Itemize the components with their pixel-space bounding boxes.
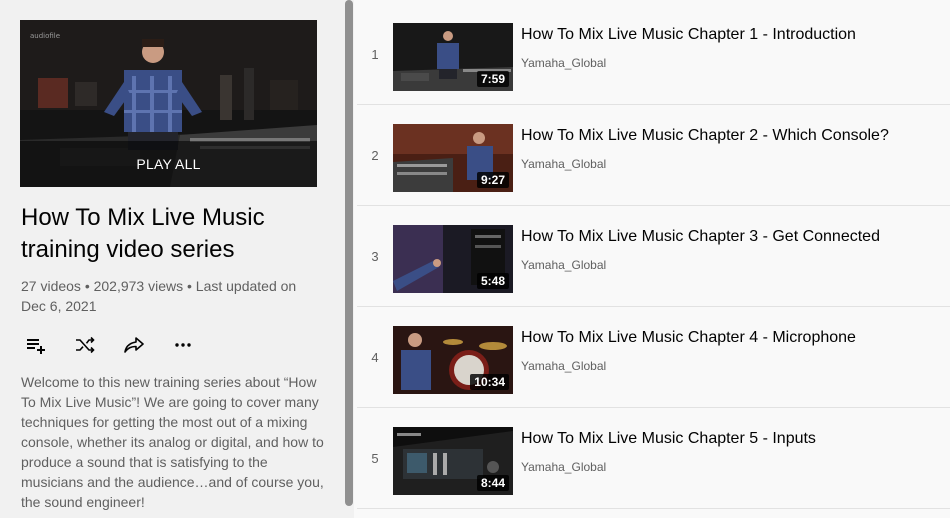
video-thumbnail[interactable]: 8:44 [393,427,513,495]
video-channel[interactable]: Yamaha_Global [521,358,606,374]
more-icon [175,343,191,347]
playlist-thumbnail[interactable]: audiofile PLAY ALL [20,20,317,187]
video-channel[interactable]: Yamaha_Global [521,459,606,475]
share-button[interactable] [112,330,156,360]
video-title[interactable]: How To Mix Live Music Chapter 4 - Microp… [521,327,856,349]
playlist-video-row[interactable]: 1 7:59 How To Mix Live Music Chapter 1 -… [357,4,950,105]
video-duration: 5:48 [476,273,509,289]
video-duration: 7:59 [476,71,509,87]
add-to-queue-button[interactable] [14,330,58,360]
playlist-stats: 27 videos • 202,973 views • Last updated… [21,278,297,314]
video-title[interactable]: How To Mix Live Music Chapter 3 - Get Co… [521,226,880,248]
video-title[interactable]: How To Mix Live Music Chapter 2 - Which … [521,125,889,147]
video-channel[interactable]: Yamaha_Global [521,55,606,71]
playlist-video-row[interactable]: 3 5:48 How To Mix Live Music Chapter 3 -… [357,206,950,307]
video-index: 1 [371,47,379,62]
playlist-video-row[interactable]: 4 10:34 How To Mix Live Music Chapter 4 … [357,307,950,408]
video-index: 3 [371,249,379,264]
playlist-description: Welcome to this new training series abou… [21,374,324,510]
playlist-title[interactable]: How To Mix Live Music training video ser… [21,202,321,266]
playlist-sidebar: audiofile PLAY ALL How To Mix Live Music… [0,0,344,518]
playlist-video-row[interactable]: 5 8:44 How To Mix Live Music Chapter 5 -… [357,408,950,509]
video-duration: 8:44 [476,475,509,491]
video-duration: 9:27 [476,172,509,188]
playlist-video-list: 1 7:59 How To Mix Live Music Chapter 1 -… [357,0,950,518]
play-all-button[interactable]: PLAY ALL [20,141,317,187]
video-thumbnail[interactable]: 5:48 [393,225,513,293]
video-title[interactable]: How To Mix Live Music Chapter 5 - Inputs [521,428,816,450]
video-channel[interactable]: Yamaha_Global [521,156,606,172]
sidebar-scrollbar[interactable] [344,0,354,518]
playlist-actions [14,330,205,360]
add-to-queue-icon [27,339,45,354]
video-duration: 10:34 [470,374,509,390]
svg-text:audiofile: audiofile [30,32,60,40]
video-thumbnail[interactable]: 7:59 [393,23,513,91]
more-actions-button[interactable] [161,330,205,360]
share-icon [124,337,144,353]
scrollbar-thumb[interactable] [345,0,353,506]
video-index: 2 [371,148,379,163]
video-index: 5 [371,451,379,466]
playlist-video-row[interactable]: 2 9:27 How To Mix Live Music Chapter 2 -… [357,105,950,206]
shuffle-icon [76,336,95,354]
video-title[interactable]: How To Mix Live Music Chapter 1 - Introd… [521,24,856,46]
video-channel[interactable]: Yamaha_Global [521,257,606,273]
shuffle-button[interactable] [63,330,107,360]
video-thumbnail[interactable]: 10:34 [393,326,513,394]
video-thumbnail[interactable]: 9:27 [393,124,513,192]
video-index: 4 [371,350,379,365]
